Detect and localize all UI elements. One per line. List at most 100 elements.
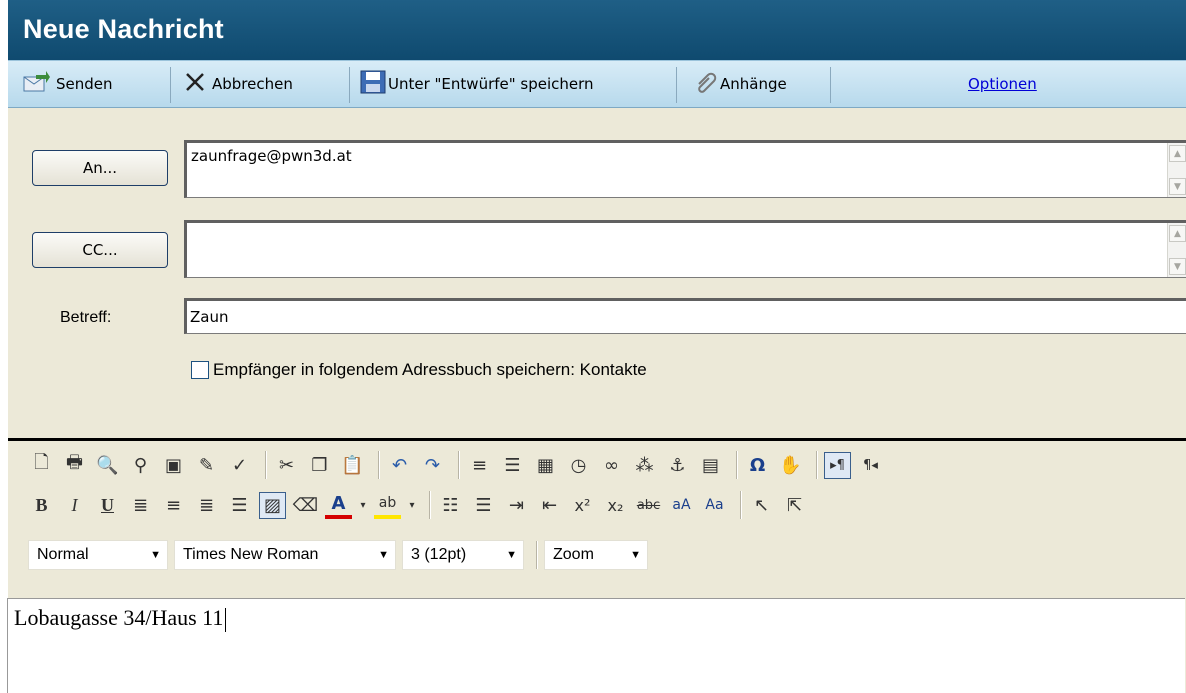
subject-field[interactable]: Zaun	[184, 298, 1186, 334]
save-disk-icon	[360, 70, 386, 98]
subject-label: Betreff:	[60, 309, 112, 326]
save-contacts-row: Empfänger in folgendem Adressbuch speich…	[191, 360, 647, 380]
paperclip-icon	[694, 70, 718, 98]
scroll-down-icon[interactable]: ▼	[1169, 178, 1186, 195]
save-contacts-label: Empfänger in folgendem Adressbuch speich…	[213, 360, 647, 379]
paste-icon[interactable]: 📋	[339, 452, 366, 479]
font-size-select[interactable]: 3 (12pt) ▼	[402, 540, 524, 570]
preview-icon[interactable]: 🔍	[94, 452, 121, 479]
zoom-value: Zoom	[553, 546, 594, 563]
insert-date-icon[interactable]: ▦	[532, 452, 559, 479]
new-document-icon[interactable]: 🗋	[28, 452, 55, 479]
paragraph-style-value: Normal	[37, 546, 89, 563]
to-button[interactable]: An...	[32, 150, 168, 186]
toolbar-separator	[816, 451, 818, 479]
toolbar-separator	[536, 541, 538, 569]
attachments-label: Anhänge	[720, 75, 787, 93]
subject-value: Zaun	[190, 308, 229, 326]
clean-icon[interactable]: ✎	[193, 452, 220, 479]
grow-font-icon[interactable]: aA	[668, 492, 695, 519]
image-icon[interactable]: ✋	[777, 452, 804, 479]
cc-button[interactable]: CC...	[32, 232, 168, 268]
font-color-icon[interactable]: A	[325, 492, 352, 519]
toolbar-separator	[736, 451, 738, 479]
find-icon[interactable]: ⚲	[127, 452, 154, 479]
send-label: Senden	[56, 75, 113, 93]
cc-field-scrollbar[interactable]: ▲ ▼	[1167, 223, 1186, 277]
italic-icon[interactable]: I	[61, 492, 88, 519]
toolbar-separator	[676, 67, 677, 103]
compose-toolbar: Senden Abbrechen Unter "Entwürfe" speich…	[8, 60, 1186, 108]
table-icon[interactable]: ▤	[697, 452, 724, 479]
bold-icon[interactable]: B	[28, 492, 55, 519]
outdent-icon[interactable]: ⇤	[536, 492, 563, 519]
eraser-icon[interactable]: ⌫	[292, 492, 319, 519]
toolbar-separator	[378, 451, 380, 479]
scroll-up-icon[interactable]: ▲	[1169, 145, 1186, 162]
strikethrough-icon[interactable]: abc	[635, 492, 662, 519]
save-draft-label: Unter "Entwürfe" speichern	[388, 75, 594, 93]
text-cursor	[225, 607, 227, 632]
to-field-scrollbar[interactable]: ▲ ▼	[1167, 143, 1186, 197]
shrink-font-icon[interactable]: Aa	[701, 492, 728, 519]
options-link[interactable]: Optionen	[968, 69, 1037, 99]
cut-icon[interactable]: ✂	[273, 452, 300, 479]
zoom-select[interactable]: Zoom ▼	[544, 540, 648, 570]
chevron-down-icon: ▼	[630, 549, 641, 561]
editor-toolbar-row-3: Normal ▼ Times New Roman ▼ 3 (12pt) ▼ Zo…	[28, 535, 654, 575]
to-field-value: zaunfrage@pwn3d.at	[191, 147, 352, 165]
unordered-list-icon[interactable]: ☰	[470, 492, 497, 519]
toolbar-separator	[265, 451, 267, 479]
scroll-down-icon[interactable]: ▼	[1169, 258, 1186, 275]
align-right-icon[interactable]: ≣	[193, 492, 220, 519]
copy-icon[interactable]: ❐	[306, 452, 333, 479]
chevron-down-icon: ▼	[150, 549, 161, 561]
save-draft-button[interactable]: Unter "Entwürfe" speichern	[360, 69, 594, 99]
send-button[interactable]: Senden	[22, 69, 113, 99]
link-icon[interactable]: ∞	[598, 452, 625, 479]
spellcheck-icon[interactable]: ▣	[160, 452, 187, 479]
align-center-icon[interactable]: ≡	[160, 492, 187, 519]
check-spelling-icon[interactable]: ✓	[226, 452, 253, 479]
insert-line-icon[interactable]: ☰	[499, 452, 526, 479]
save-contacts-checkbox[interactable]	[191, 361, 209, 379]
toolbar-separator	[349, 67, 350, 103]
special-char-icon[interactable]: Ω	[744, 452, 771, 479]
select-all-icon[interactable]: ↖	[748, 492, 775, 519]
cancel-button[interactable]: Abbrechen	[184, 69, 293, 99]
indent-icon[interactable]: ⇥	[503, 492, 530, 519]
anchor-icon[interactable]: ⚓	[664, 452, 691, 479]
redo-icon[interactable]: ↷	[419, 452, 446, 479]
toolbar-separator	[429, 491, 431, 519]
to-field[interactable]: zaunfrage@pwn3d.at ▲ ▼	[184, 140, 1186, 198]
title-bar: Neue Nachricht	[8, 0, 1186, 60]
font-name-select[interactable]: Times New Roman ▼	[174, 540, 396, 570]
remove-format-icon[interactable]: ▨	[259, 491, 286, 519]
ltr-icon[interactable]: ¶◂	[857, 452, 884, 479]
insert-time-icon[interactable]: ◷	[565, 452, 592, 479]
toolbar-separator	[740, 491, 742, 519]
align-justify-icon[interactable]: ☰	[226, 492, 253, 519]
subscript-icon[interactable]: x₂	[602, 492, 629, 519]
insert-paragraph-icon[interactable]: ≡	[466, 452, 493, 479]
font-name-value: Times New Roman	[183, 546, 319, 563]
cc-field[interactable]: ▲ ▼	[184, 220, 1186, 278]
chevron-down-icon[interactable]: ▾	[358, 492, 368, 519]
rtl-icon[interactable]: ▸¶	[824, 451, 851, 479]
print-icon[interactable]: 🖶	[61, 452, 88, 479]
scroll-up-icon[interactable]: ▲	[1169, 225, 1186, 242]
undo-icon[interactable]: ↶	[386, 452, 413, 479]
ordered-list-icon[interactable]: ☷	[437, 492, 464, 519]
message-body-editor[interactable]: Lobaugasse 34/Haus 11	[7, 598, 1185, 693]
deselect-icon[interactable]: ⇱	[781, 492, 808, 519]
paragraph-style-select[interactable]: Normal ▼	[28, 540, 168, 570]
align-left-icon[interactable]: ≣	[127, 492, 154, 519]
highlight-icon[interactable]: ab	[374, 492, 401, 519]
chevron-down-icon[interactable]: ▾	[407, 492, 417, 519]
underline-icon[interactable]: U	[94, 492, 121, 519]
attachments-button[interactable]: Anhänge	[694, 69, 787, 99]
window-title: Neue Nachricht	[23, 14, 224, 44]
unlink-icon[interactable]: ⁂	[631, 452, 658, 479]
compose-window: Neue Nachricht Senden Abbrechen Unter "E…	[8, 0, 1186, 693]
superscript-icon[interactable]: x²	[569, 492, 596, 519]
